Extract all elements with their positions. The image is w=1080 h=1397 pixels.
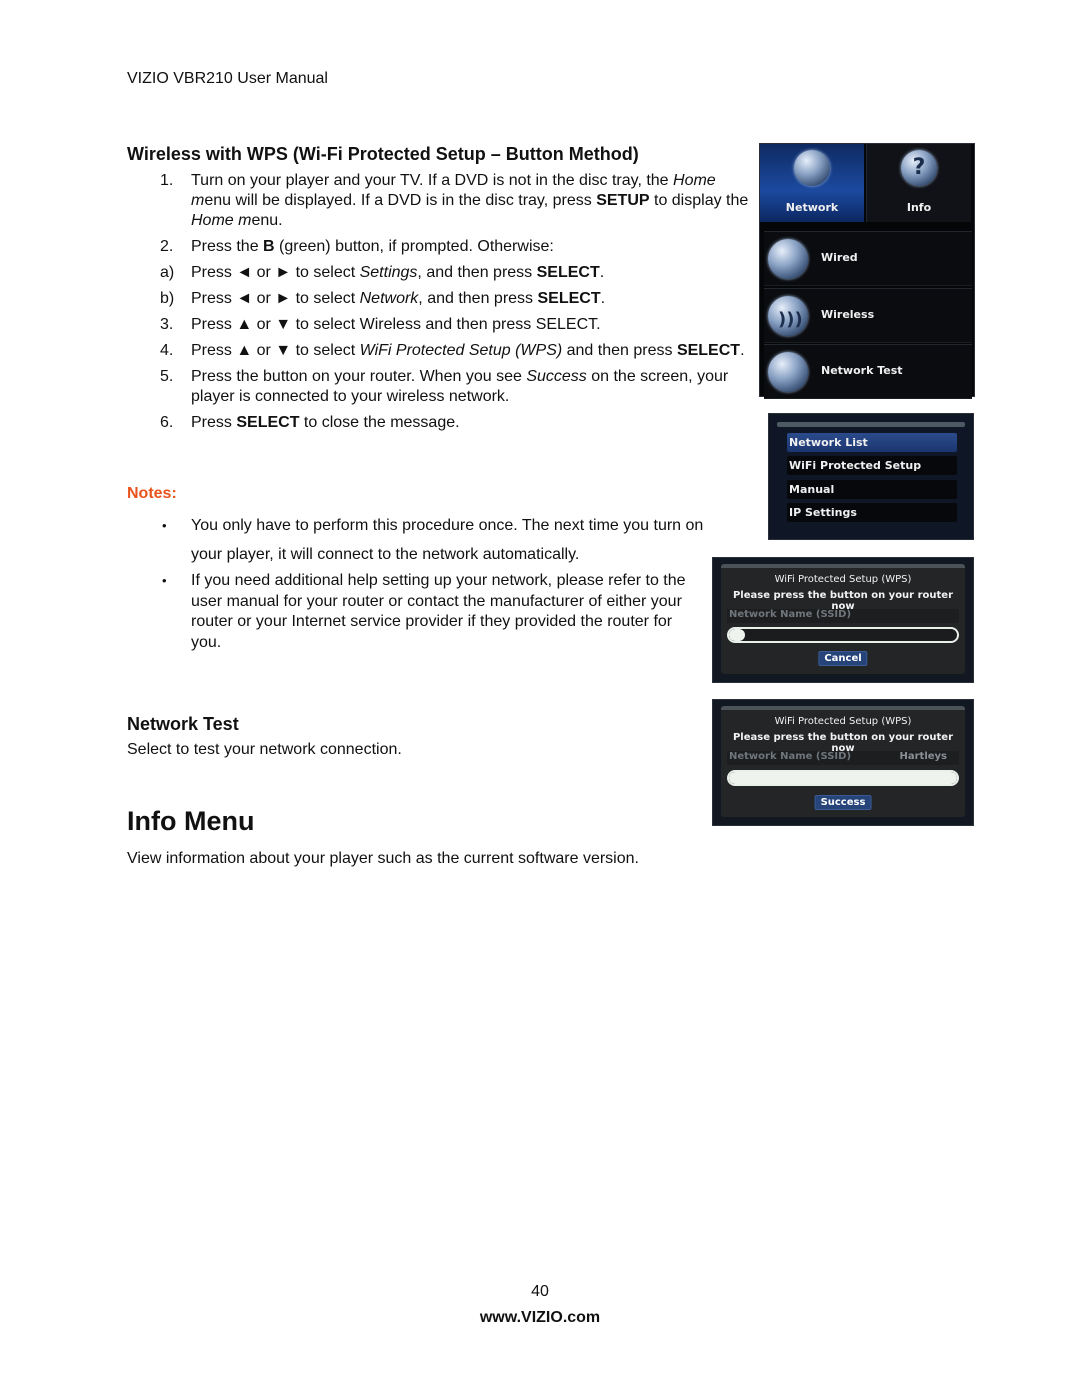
step-item: 1. Turn on your player and your TV. If a … bbox=[160, 172, 749, 229]
wps-pending-screenshot: WiFi Protected Setup (WPS) Please press … bbox=[712, 557, 974, 683]
wired-globe-icon bbox=[768, 239, 808, 279]
wps-progress-bar bbox=[727, 627, 959, 643]
step-number: 2. bbox=[160, 238, 174, 255]
wps-steps: 1. Turn on your player and your TV. If a … bbox=[127, 171, 757, 439]
submenu-item-wps[interactable]: WiFi Protected Setup (WPS) bbox=[787, 456, 957, 491]
step-number: 3. bbox=[160, 316, 174, 333]
step-item: 2. Press the B (green) button, if prompte… bbox=[160, 238, 554, 255]
progress-fill bbox=[729, 772, 957, 784]
menu-item-wireless[interactable]: ))) Wireless bbox=[764, 288, 972, 343]
success-button[interactable]: Success bbox=[814, 795, 872, 810]
steps-list: 1. Turn on your player and your TV. If a … bbox=[127, 171, 757, 433]
ssid-value: Hartleys bbox=[899, 751, 947, 762]
note-item: • If you need additional help setting up… bbox=[162, 572, 686, 651]
network-test-body: Select to test your network connection. bbox=[127, 741, 402, 758]
step-item: 5. Press the button on your router. When … bbox=[160, 368, 729, 405]
step-number: a) bbox=[160, 264, 175, 281]
home-menu-screenshot: Network ? Info Wired ))) Wireless Networ… bbox=[759, 143, 975, 399]
wps-section-heading: Wireless with WPS (Wi-Fi Protected Setup… bbox=[127, 144, 639, 164]
notes-label: Notes: bbox=[127, 485, 177, 502]
running-header: VIZIO VBR210 User Manual bbox=[127, 70, 328, 87]
wps-success-dialog: WiFi Protected Setup (WPS) Please press … bbox=[721, 706, 965, 817]
notes-list: • You only have to perform this procedur… bbox=[127, 511, 747, 653]
step-number: 6. bbox=[160, 414, 174, 431]
question-icon: ? bbox=[901, 150, 937, 186]
wps-progress-bar bbox=[727, 770, 959, 786]
info-menu-heading: Info Menu bbox=[127, 806, 255, 836]
submenu-item-network-list[interactable]: Network List bbox=[787, 433, 957, 452]
menu-item-network-test[interactable]: Network Test bbox=[764, 344, 972, 399]
menu-item-wired[interactable]: Wired bbox=[764, 231, 972, 286]
page-number: 40 bbox=[531, 1283, 549, 1300]
wps-success-screenshot: WiFi Protected Setup (WPS) Please press … bbox=[712, 699, 974, 826]
network-submenu-screenshot: Network List WiFi Protected Setup (WPS) … bbox=[768, 413, 974, 540]
tab-info[interactable]: ? Info bbox=[866, 144, 971, 222]
bullet-icon: • bbox=[162, 518, 167, 533]
ssid-row: Network Name (SSID) Hartleys bbox=[727, 751, 959, 765]
dialog-title: WiFi Protected Setup (WPS) bbox=[774, 716, 912, 727]
dialog-title: WiFi Protected Setup (WPS) bbox=[774, 574, 912, 585]
tab-network[interactable]: Network bbox=[760, 144, 864, 222]
step-item: 6. Press SELECT to close the message. bbox=[160, 414, 460, 431]
sub-step-item: a) Press ◄ or ► to select Settings, and t… bbox=[160, 264, 605, 281]
wps-pending-dialog: WiFi Protected Setup (WPS) Please press … bbox=[721, 564, 965, 674]
step-number: b) bbox=[160, 290, 175, 307]
bullet-icon: • bbox=[162, 573, 167, 588]
step-number: 1. bbox=[160, 172, 174, 189]
note-item: • You only have to perform this procedur… bbox=[127, 511, 736, 569]
cancel-button[interactable]: Cancel bbox=[818, 651, 868, 666]
footer-url[interactable]: www.VIZIO.com bbox=[0, 1309, 1080, 1327]
progress-fill bbox=[729, 629, 745, 641]
step-number: 4. bbox=[160, 342, 174, 359]
network-test-heading: Network Test bbox=[127, 714, 239, 734]
wifi-icon: ))) bbox=[768, 296, 808, 336]
sub-step-item: b) Press ◄ or ► to select Network, and th… bbox=[160, 290, 606, 307]
step-item: 4. Press ▲ or ▼ to select WiFi Protected … bbox=[160, 342, 745, 359]
step-item: 3. Press ▲ or ▼ to select Wireless and th… bbox=[160, 316, 601, 333]
submenu-item-ip-settings[interactable]: IP Settings bbox=[787, 503, 957, 522]
step-number: 5. bbox=[160, 368, 174, 385]
info-menu-body: View information about your player such … bbox=[127, 850, 639, 867]
submenu-top-bar bbox=[777, 422, 965, 427]
ssid-row: Network Name (SSID) bbox=[727, 609, 959, 623]
globe-icon bbox=[794, 150, 830, 186]
network-test-icon bbox=[768, 352, 808, 392]
submenu-item-manual[interactable]: Manual bbox=[787, 480, 957, 499]
